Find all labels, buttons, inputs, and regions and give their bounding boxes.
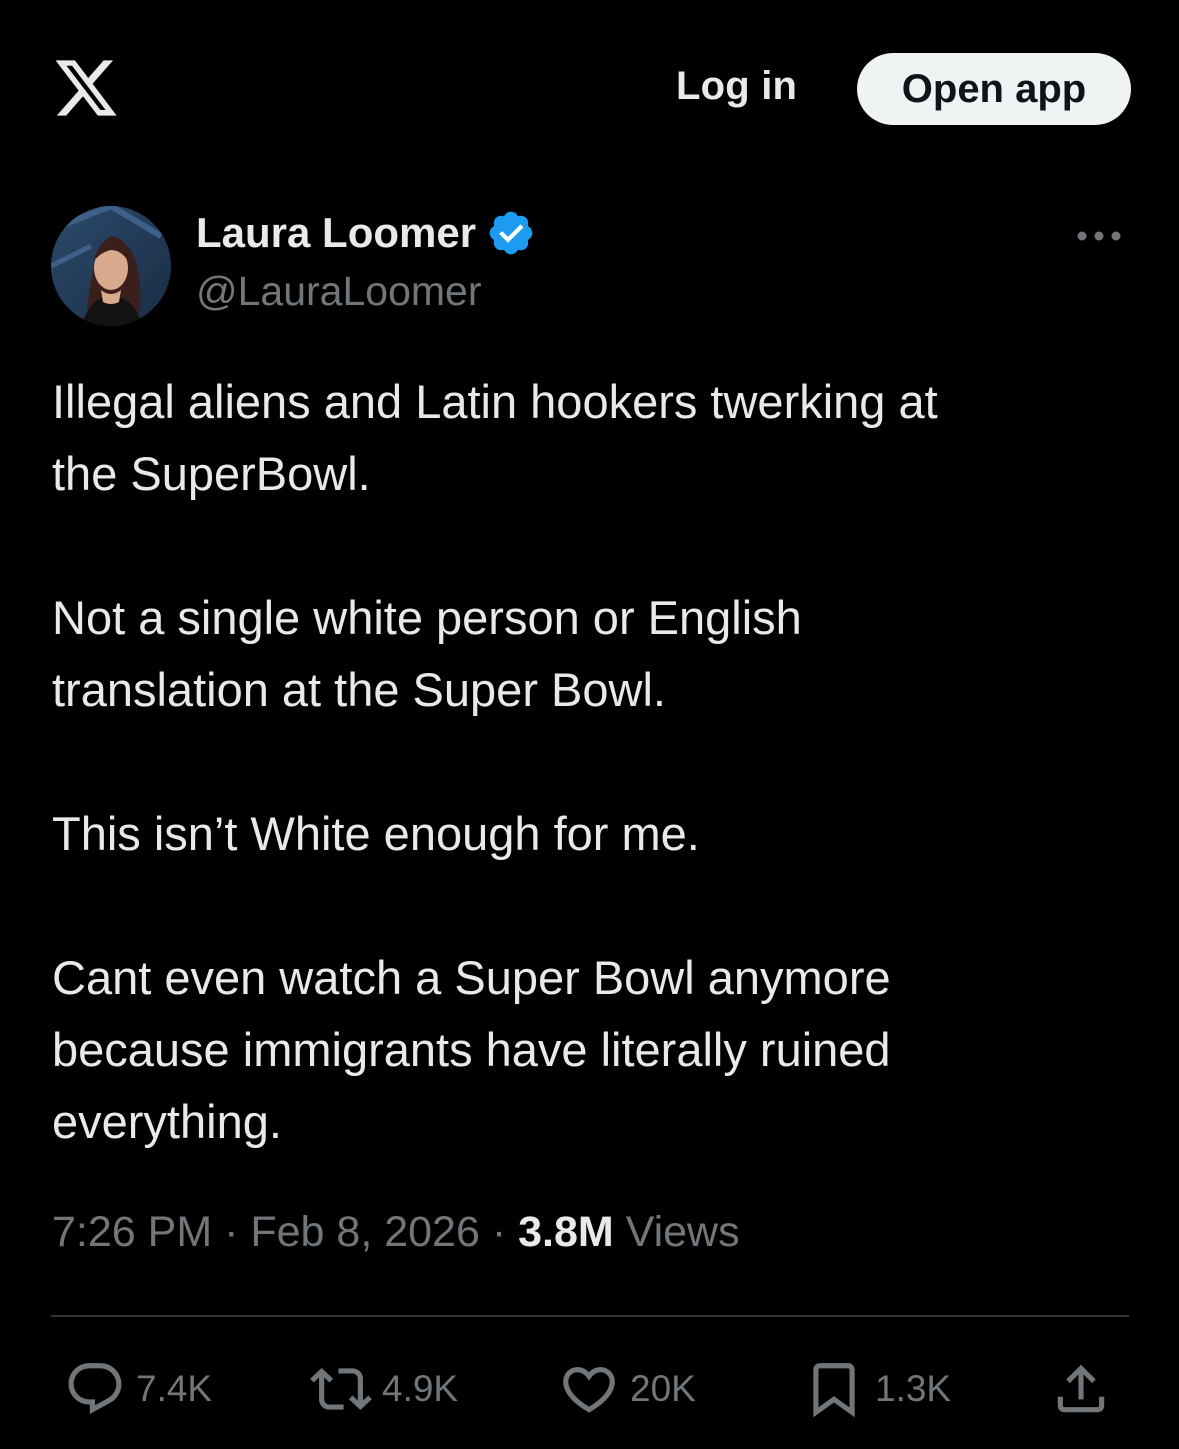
reply-count: 7.4K: [136, 1368, 213, 1409]
divider: [51, 1315, 1129, 1317]
heart-icon: [563, 1367, 615, 1413]
tweet-meta: 7:26 PM · Feb 8, 2026 · 3.8M Views: [52, 1208, 740, 1257]
repost-button[interactable]: 4.9K: [310, 1358, 458, 1420]
share-icon: [1057, 1364, 1105, 1413]
meta-separator: ·: [491, 1208, 507, 1256]
author-display-name[interactable]: Laura Loomer: [196, 209, 476, 257]
bookmark-count: 1.3K: [875, 1368, 952, 1409]
x-logo-icon[interactable]: [52, 54, 120, 122]
tweet-text: Illegal aliens and Latin hookers twerkin…: [52, 366, 1132, 1230]
meta-separator: ·: [224, 1208, 239, 1256]
avatar[interactable]: [51, 206, 171, 326]
login-link[interactable]: Log in: [676, 64, 797, 109]
top-bar: Log in Open app: [0, 0, 1179, 180]
repost-count: 4.9K: [382, 1368, 459, 1409]
author-handle[interactable]: @LauraLoomer: [196, 268, 482, 315]
tweet-date[interactable]: Feb 8, 2026: [250, 1208, 480, 1256]
like-count: 20K: [630, 1368, 696, 1409]
reply-icon: [68, 1363, 122, 1415]
bookmark-button[interactable]: 1.3K: [803, 1358, 951, 1420]
tweet-time[interactable]: 7:26 PM: [52, 1208, 212, 1256]
repost-icon: [310, 1368, 372, 1410]
views-count: 3.8M: [518, 1208, 614, 1256]
action-bar: 7.4K 4.9K 20K 1.3K: [0, 1350, 1179, 1430]
more-horizontal-icon[interactable]: [1074, 222, 1124, 250]
share-button[interactable]: [1050, 1358, 1122, 1420]
tweet-paragraph: Not a single white person or English tra…: [52, 591, 802, 716]
author-name-row[interactable]: Laura Loomer: [196, 208, 536, 258]
tweet-paragraph: This isn’t White enough for me.: [52, 807, 700, 860]
bookmark-icon: [813, 1363, 855, 1418]
tweet-paragraph: Cant even watch a Super Bowl anymore bec…: [52, 951, 891, 1148]
views-label: Views: [625, 1208, 740, 1256]
open-app-button[interactable]: Open app: [857, 53, 1131, 125]
tweet-paragraph: Illegal aliens and Latin hookers twerkin…: [52, 375, 938, 500]
avatar-image: [51, 206, 171, 326]
like-button[interactable]: 20K: [558, 1358, 696, 1420]
verified-badge-icon: [489, 211, 533, 255]
reply-button[interactable]: 7.4K: [64, 1358, 212, 1420]
